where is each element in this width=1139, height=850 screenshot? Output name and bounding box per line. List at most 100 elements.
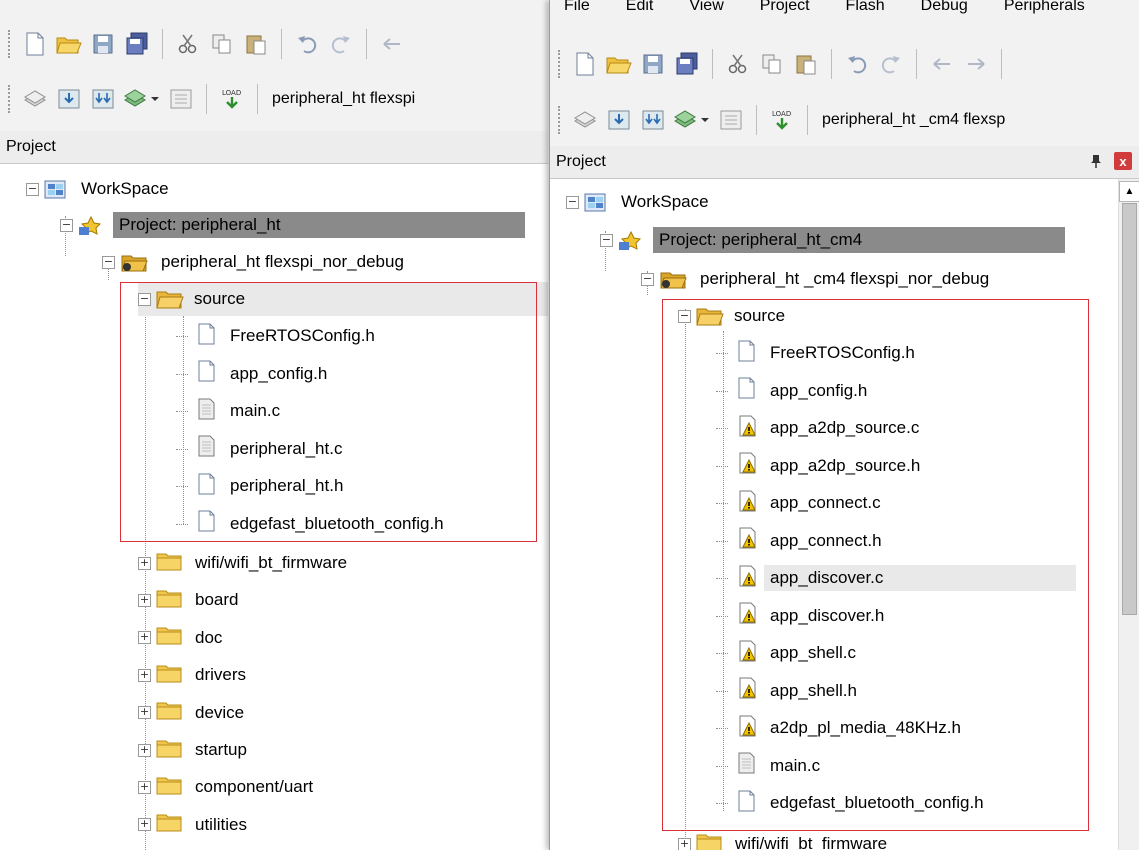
expand-icon[interactable]: + [138, 631, 151, 645]
rebuild-icon[interactable] [638, 105, 668, 135]
tree-node-group[interactable]: + drivers [138, 658, 252, 692]
build-icon[interactable] [54, 84, 84, 114]
tree-node-group[interactable]: + device [138, 696, 250, 730]
tree-node-file[interactable]: app_discover.h [716, 599, 890, 633]
tree-node-target[interactable]: − peripheral_ht _cm4 flexspi_nor_debug [641, 262, 995, 296]
tree-node-source-group[interactable]: − source [678, 299, 791, 333]
tree-node-target[interactable]: − peripheral_ht flexspi_nor_debug [102, 245, 410, 279]
tree-node-file[interactable]: FreeRTOSConfig.h [716, 336, 921, 370]
stop-build-icon[interactable] [716, 105, 746, 135]
copy-icon[interactable] [757, 49, 787, 79]
tree-node-group[interactable]: + startup [138, 733, 253, 767]
save-icon[interactable] [88, 29, 118, 59]
close-pane-button[interactable]: x [1114, 152, 1132, 170]
rebuild-icon[interactable] [88, 84, 118, 114]
expand-icon[interactable]: + [138, 743, 151, 757]
scroll-thumb[interactable] [1122, 203, 1137, 615]
nav-back-icon[interactable] [377, 29, 407, 59]
expand-icon[interactable]: + [138, 818, 151, 832]
tree-node-file[interactable]: main.c [176, 394, 286, 428]
redo-icon[interactable] [326, 29, 356, 59]
scroll-up-icon[interactable]: ▲ [1119, 181, 1139, 202]
paste-icon[interactable] [791, 49, 821, 79]
tree-node-source-group[interactable]: − source [138, 282, 548, 316]
save-all-icon[interactable] [122, 29, 152, 59]
tree-node-file[interactable]: app_config.h [716, 374, 873, 408]
toolbar-grip[interactable] [558, 106, 564, 134]
tree-node-file[interactable]: app_shell.c [716, 636, 862, 670]
toolbar-grip[interactable] [8, 30, 14, 58]
tree-node-file[interactable]: a2dp_pl_media_48KHz.h [716, 711, 967, 745]
toolbar-grip[interactable] [558, 50, 564, 78]
tree-node-file[interactable]: app_discover.c [716, 561, 1076, 595]
menu-item[interactable]: View [689, 0, 745, 16]
tree-node-file[interactable]: app_config.h [176, 357, 333, 391]
collapse-icon[interactable]: − [600, 233, 613, 247]
batch-build-icon[interactable] [122, 84, 162, 114]
load-download-icon[interactable]: LOAD [217, 84, 247, 114]
nav-back-icon[interactable] [927, 49, 957, 79]
tree-node-group[interactable]: + utilities [138, 808, 253, 842]
expand-icon[interactable]: + [138, 706, 151, 720]
tree-node-workspace[interactable]: − WorkSpace [566, 185, 715, 219]
translate-icon[interactable] [20, 84, 50, 114]
expand-icon[interactable]: + [138, 780, 151, 794]
new-file-icon[interactable] [20, 29, 50, 59]
expand-icon[interactable]: + [678, 837, 691, 850]
target-select[interactable]: peripheral_ht flexspi [272, 90, 415, 108]
tree-node-group[interactable]: + board [138, 583, 244, 617]
expand-icon[interactable]: + [138, 593, 151, 607]
menu-item[interactable]: Debug [921, 0, 990, 16]
pin-icon[interactable] [1090, 154, 1102, 171]
menu-item[interactable]: Flash [846, 0, 907, 16]
open-folder-icon[interactable] [54, 29, 84, 59]
tree-node-project[interactable]: − Project: peripheral_ht [60, 208, 525, 242]
new-file-icon[interactable] [570, 49, 600, 79]
menu-item[interactable]: Peripherals [1004, 0, 1107, 16]
toolbar-grip[interactable] [8, 85, 14, 113]
collapse-icon[interactable]: − [60, 218, 73, 232]
menu-item[interactable]: Project [760, 0, 832, 16]
save-icon[interactable] [638, 49, 668, 79]
tree-node-file[interactable]: edgefast_bluetooth_config.h [716, 786, 990, 820]
collapse-icon[interactable]: − [678, 309, 691, 323]
tree-node-group[interactable]: + component/uart [138, 770, 319, 804]
tree-node-project[interactable]: − Project: peripheral_ht_cm4 [600, 223, 1065, 257]
redo-icon[interactable] [876, 49, 906, 79]
tree-node-group[interactable]: + wifi/wifi_bt_firmware [138, 546, 353, 580]
undo-icon[interactable] [292, 29, 322, 59]
tree-node-group[interactable]: + doc [138, 621, 228, 655]
expand-icon[interactable]: + [138, 668, 151, 682]
cut-icon[interactable] [723, 49, 753, 79]
batch-build-icon[interactable] [672, 105, 712, 135]
tree-node-file[interactable]: app_a2dp_source.c [716, 411, 925, 445]
build-icon[interactable] [604, 105, 634, 135]
collapse-icon[interactable]: − [138, 292, 151, 306]
tree-node-file[interactable]: app_shell.h [716, 674, 863, 708]
menu-item[interactable]: Edit [626, 0, 676, 16]
copy-icon[interactable] [207, 29, 237, 59]
menu-item[interactable]: File [564, 0, 612, 16]
collapse-icon[interactable]: − [26, 182, 39, 196]
tree-node-file[interactable]: peripheral_ht.c [176, 432, 348, 466]
collapse-icon[interactable]: − [102, 255, 115, 269]
tree-node-file[interactable]: main.c [716, 749, 826, 783]
paste-icon[interactable] [241, 29, 271, 59]
expand-icon[interactable]: + [138, 556, 151, 570]
collapse-icon[interactable]: − [566, 195, 579, 209]
stop-build-icon[interactable] [166, 84, 196, 114]
target-select[interactable]: peripheral_ht _cm4 flexsp [822, 111, 1005, 129]
undo-icon[interactable] [842, 49, 872, 79]
tree-node-file[interactable]: app_a2dp_source.h [716, 449, 926, 483]
tree-node-file[interactable]: app_connect.c [716, 486, 887, 520]
open-folder-icon[interactable] [604, 49, 634, 79]
save-all-icon[interactable] [672, 49, 702, 79]
translate-icon[interactable] [570, 105, 600, 135]
collapse-icon[interactable]: − [641, 272, 654, 286]
load-download-icon[interactable]: LOAD [767, 105, 797, 135]
cut-icon[interactable] [173, 29, 203, 59]
tree-scrollbar[interactable]: ▲ [1118, 179, 1139, 850]
nav-forward-icon[interactable] [961, 49, 991, 79]
tree-node-file[interactable]: peripheral_ht.h [176, 469, 349, 503]
tree-node-file[interactable]: FreeRTOSConfig.h [176, 319, 381, 353]
